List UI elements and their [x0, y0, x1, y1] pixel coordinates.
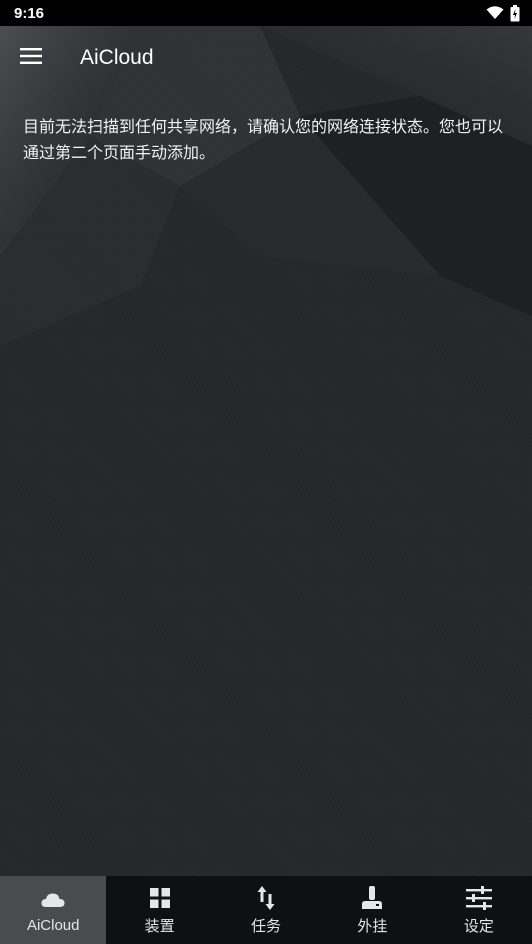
nav-label: 外挂 [357, 917, 388, 935]
status-bar: 9:16 [0, 0, 532, 26]
status-time: 9:16 [14, 4, 45, 22]
sliders-icon [465, 885, 492, 911]
app-bar: AiCloud [0, 26, 532, 90]
wifi-icon [486, 6, 504, 20]
nav-item-plugins[interactable]: 外挂 [319, 876, 425, 944]
nav-item-tasks[interactable]: 任务 [213, 876, 319, 944]
menu-button[interactable] [0, 26, 62, 90]
menu-icon [20, 48, 42, 68]
battery-icon [510, 4, 520, 22]
app-title: AiCloud [80, 46, 154, 69]
nav-label: 装置 [144, 917, 175, 935]
transfer-icon [257, 885, 275, 911]
nav-item-devices[interactable]: 装置 [106, 876, 212, 944]
nav-label: 任务 [251, 917, 282, 935]
bottom-nav: AiCloud 装置 任务 外挂 设定 [0, 876, 532, 944]
no-network-message: 目前无法扫描到任何共享网络，请确认您的网络连接状态。您也可以通过第二个页面手动添… [23, 117, 504, 162]
nav-label: 设定 [463, 917, 494, 935]
grid-icon [149, 885, 170, 911]
joystick-icon [361, 885, 383, 911]
cloud-icon [41, 887, 65, 913]
screen: 9:16 AiCloud 目前无法扫描到任何共享网络，请确认您的网络连接状态。您… [0, 0, 532, 944]
nav-label: AiCloud [26, 916, 80, 934]
nav-item-settings[interactable]: 设定 [426, 876, 532, 944]
nav-item-aicloud[interactable]: AiCloud [0, 876, 107, 944]
status-icons [486, 4, 520, 22]
